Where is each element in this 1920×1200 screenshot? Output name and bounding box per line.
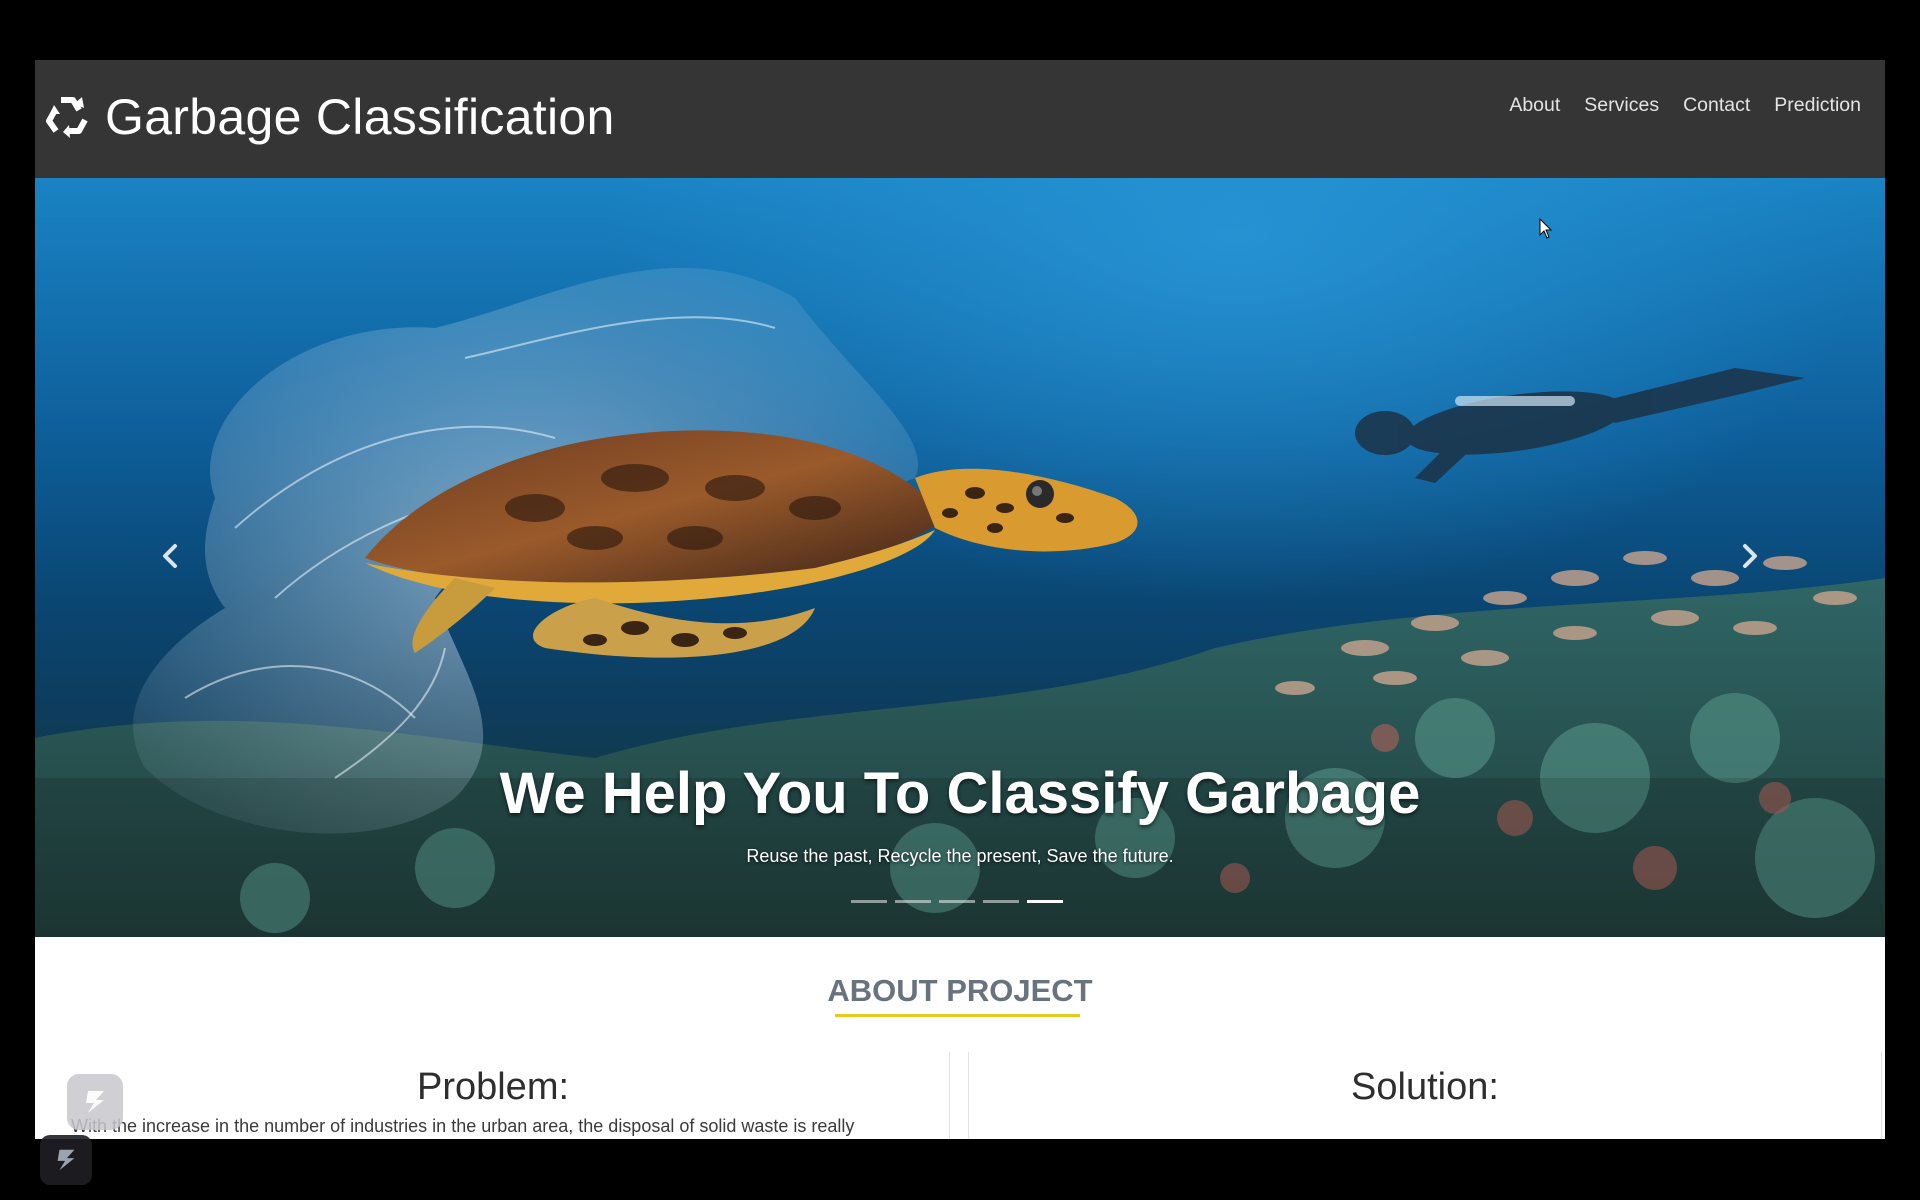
about-heading: ABOUT PROJECT: [827, 973, 1093, 1008]
problem-text: With the increase in the number of indus…: [71, 1116, 855, 1136]
chevron-left-icon[interactable]: [151, 536, 191, 576]
hero-title: We Help You To Classify Garbage: [499, 761, 1421, 826]
chevron-right-icon[interactable]: [1729, 536, 1769, 576]
floating-app-button[interactable]: [67, 1074, 123, 1130]
solution-title: Solution:: [1351, 1066, 1499, 1108]
navbar: Garbage Classification About Services Co…: [35, 60, 1885, 178]
mouse-cursor-icon: [1539, 218, 1553, 239]
site-title: Garbage Classification: [105, 89, 615, 145]
carousel-indicator-active[interactable]: [1027, 900, 1063, 903]
carousel-indicator[interactable]: [983, 900, 1019, 903]
about-section: ABOUT PROJECT Problem: With the increase…: [35, 937, 1885, 1139]
problem-title: Problem:: [416, 1066, 570, 1108]
carousel-indicators: [851, 900, 1063, 903]
hero-subtitle: Reuse the past, Recycle the present, Sav…: [746, 846, 1174, 866]
nav-contact[interactable]: Contact: [1683, 94, 1750, 117]
recycle-icon: [46, 97, 88, 138]
carousel-indicator[interactable]: [939, 900, 975, 903]
floating-app-button-secondary[interactable]: [40, 1135, 92, 1185]
solution-card: Solution:: [968, 1052, 1882, 1139]
carousel-indicator[interactable]: [895, 900, 931, 903]
problem-card: Problem: With the increase in the number…: [37, 1052, 950, 1139]
brand[interactable]: Garbage Classification: [41, 82, 615, 152]
nav-about[interactable]: About: [1509, 94, 1560, 117]
carousel-indicator[interactable]: [851, 900, 887, 903]
lightning-icon: [86, 1091, 104, 1113]
nav-services[interactable]: Services: [1584, 94, 1659, 117]
hero-carousel: We Help You To Classify Garbage Reuse th…: [35, 178, 1885, 937]
heading-underline: [835, 1014, 1080, 1017]
nav-menu: About Services Contact Prediction: [1509, 94, 1861, 117]
lightning-icon: [57, 1149, 75, 1171]
nav-prediction[interactable]: Prediction: [1774, 94, 1861, 117]
browser-window: Garbage Classification About Services Co…: [35, 60, 1885, 1139]
